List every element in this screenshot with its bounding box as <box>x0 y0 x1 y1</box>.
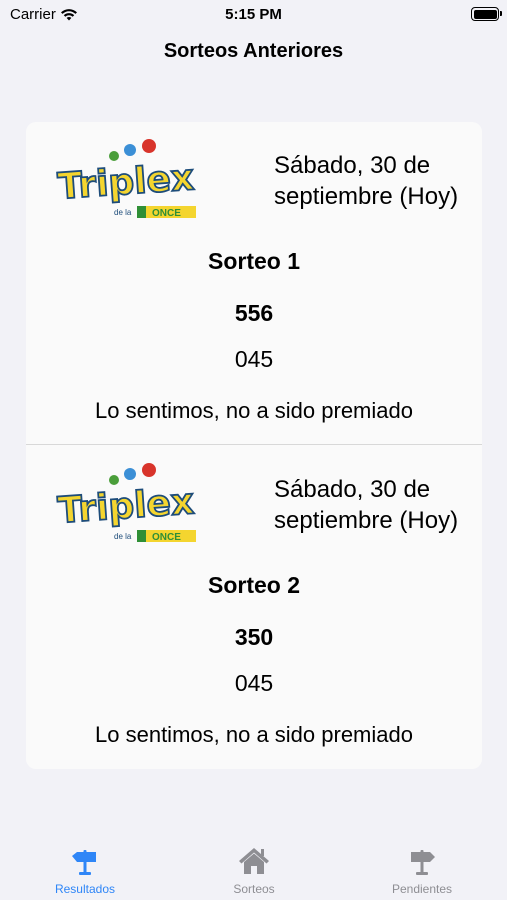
logo-wordmark: Triplex <box>56 157 195 207</box>
logo-brand: ONCE <box>152 532 181 543</box>
status-time: 5:15 PM <box>225 6 282 23</box>
draw-result: Lo sentimos, no a sido premiado <box>95 398 413 423</box>
logo-subtext: de la <box>114 532 132 541</box>
tab-bar: Resultados Sorteos Pendientes <box>0 832 507 900</box>
logo-subtext: de la <box>114 208 132 217</box>
draw-result: Lo sentimos, no a sido premiado <box>95 722 413 747</box>
draw-date: Sábado, 30 de septiembre (Hoy) <box>274 476 459 534</box>
house-icon <box>239 848 269 874</box>
draw-title: Sorteo 2 <box>207 572 301 598</box>
tab-label: Resultados <box>54 882 116 896</box>
divider <box>26 444 482 445</box>
logo-wordmark: Triplex <box>56 481 195 531</box>
draw-date: Sábado, 30 de septiembre (Hoy) <box>274 152 459 210</box>
tab-pendientes[interactable]: Pendientes <box>352 846 492 896</box>
triplex-logo: Triplex de la ONCE <box>56 463 196 543</box>
draw-secondary-number: 045 <box>234 670 274 696</box>
signpost-right-icon <box>411 850 435 875</box>
tab-resultados[interactable]: Resultados <box>15 846 155 896</box>
draw-number: 556 <box>234 300 274 326</box>
tab-label: Pendientes <box>391 882 453 896</box>
draw-number: 350 <box>234 624 274 650</box>
draws-card: Triplex de la ONCE Sábado, 30 de septiem… <box>26 122 482 769</box>
tab-label: Sorteos <box>233 882 275 896</box>
triplex-logo: Triplex de la ONCE <box>56 139 196 219</box>
battery-icon <box>471 7 502 21</box>
draw-secondary-number: 045 <box>234 346 274 372</box>
page-title: Sorteos Anteriores <box>163 40 344 62</box>
status-bar: Carrier 5:15 PM <box>0 0 507 28</box>
signpost-left-icon <box>72 850 96 875</box>
draw-title: Sorteo 1 <box>207 248 301 274</box>
tab-sorteos[interactable]: Sorteos <box>184 846 324 896</box>
logo-brand: ONCE <box>152 208 181 219</box>
